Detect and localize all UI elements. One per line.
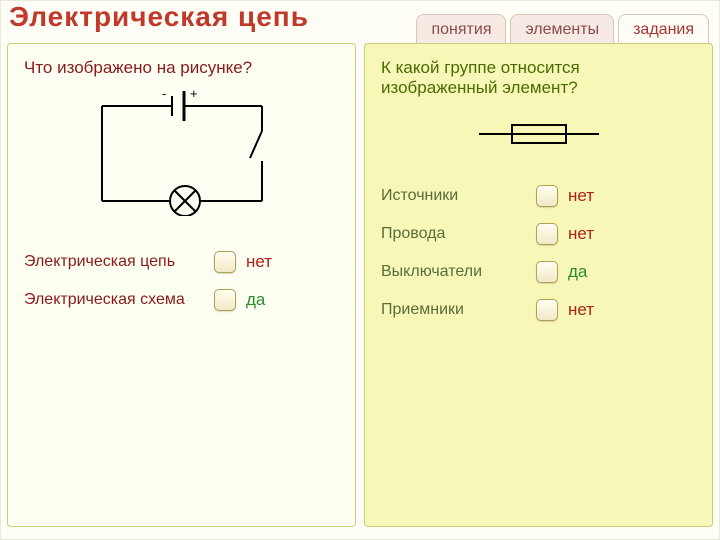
checkbox[interactable] xyxy=(214,289,236,311)
option-label: Приемники xyxy=(381,301,536,319)
option-answer: да xyxy=(246,290,265,310)
header: Электрическая цепь понятия элементы зада… xyxy=(1,1,719,43)
content: Что изображено на рисунке? xyxy=(1,43,719,533)
options-left: Электрическая цепь нет Электрическая схе… xyxy=(24,251,339,311)
option-label: Электрическая схема xyxy=(24,291,214,309)
checkbox[interactable] xyxy=(536,299,558,321)
options-right: Источники нет Провода нет Выключатели да… xyxy=(381,185,696,321)
option-row: Приемники нет xyxy=(381,299,696,321)
option-answer: да xyxy=(568,262,587,282)
panel-left: Что изображено на рисунке? xyxy=(7,43,356,527)
option-answer: нет xyxy=(246,252,272,272)
option-row: Электрическая цепь нет xyxy=(24,251,339,273)
element-diagram xyxy=(381,116,696,157)
fuse-symbol-icon xyxy=(474,116,604,152)
battery-plus-label: + xyxy=(190,86,198,101)
checkbox[interactable] xyxy=(536,261,558,283)
page-title: Электрическая цепь xyxy=(9,1,309,33)
option-label: Источники xyxy=(381,187,536,205)
question-left: Что изображено на рисунке? xyxy=(24,58,339,78)
tab-elements[interactable]: элементы xyxy=(510,14,614,43)
option-label: Провода xyxy=(381,225,536,243)
tabs: понятия элементы задания xyxy=(416,14,709,43)
option-answer: нет xyxy=(568,186,594,206)
option-row: Источники нет xyxy=(381,185,696,207)
question-right: К какой группе относится изображенный эл… xyxy=(381,58,696,98)
circuit-schematic-icon: - + xyxy=(72,86,292,216)
option-row: Выключатели да xyxy=(381,261,696,283)
option-label: Выключатели xyxy=(381,263,536,281)
option-answer: нет xyxy=(568,300,594,320)
checkbox[interactable] xyxy=(536,223,558,245)
panel-right: К какой группе относится изображенный эл… xyxy=(364,43,713,527)
tab-concepts[interactable]: понятия xyxy=(416,14,506,43)
option-answer: нет xyxy=(568,224,594,244)
option-row: Провода нет xyxy=(381,223,696,245)
tab-tasks[interactable]: задания xyxy=(618,14,709,43)
checkbox[interactable] xyxy=(214,251,236,273)
option-row: Электрическая схема да xyxy=(24,289,339,311)
battery-minus-label: - xyxy=(162,86,166,101)
option-label: Электрическая цепь xyxy=(24,253,214,271)
circuit-diagram: - + xyxy=(24,86,339,221)
checkbox[interactable] xyxy=(536,185,558,207)
